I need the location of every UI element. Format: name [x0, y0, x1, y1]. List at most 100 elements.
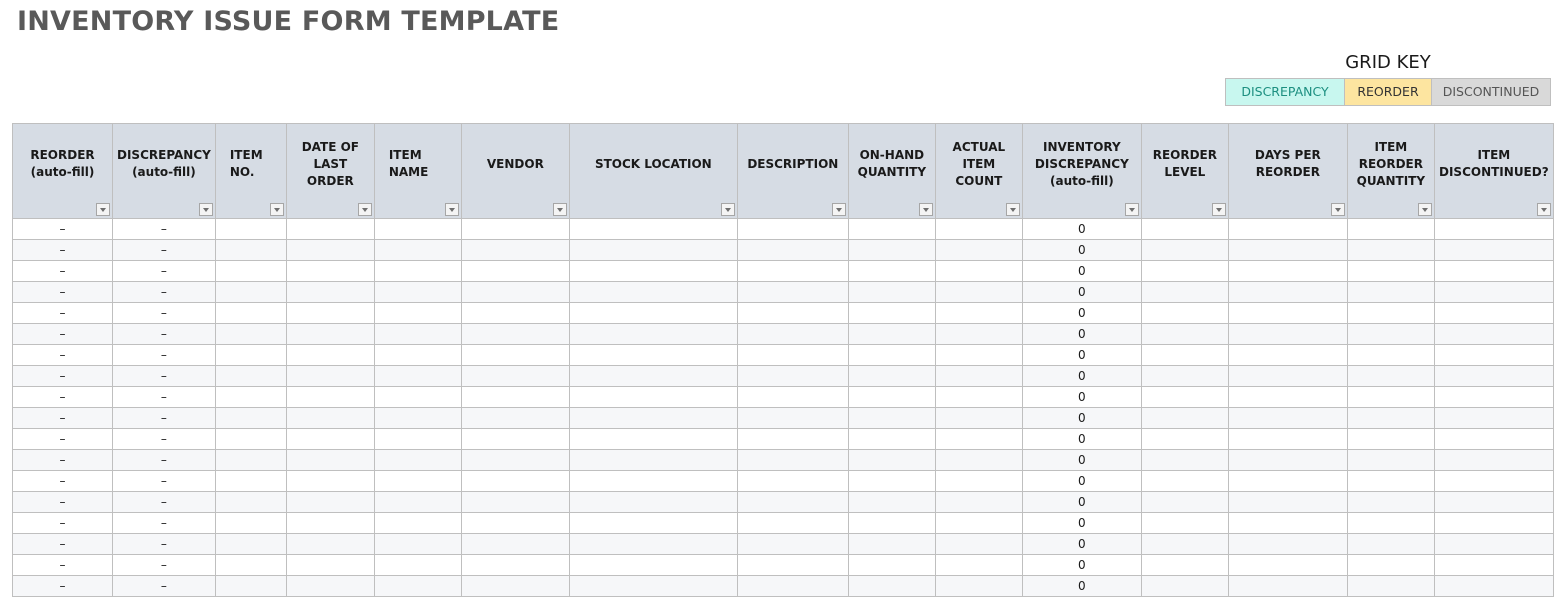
cell-date-last-order[interactable] — [285, 533, 375, 555]
cell-discrepancy[interactable]: – — [112, 428, 216, 450]
cell-inventory-discrepancy[interactable]: 0 — [1021, 218, 1142, 240]
cell-description[interactable] — [736, 239, 849, 261]
cell-vendor[interactable] — [460, 428, 570, 450]
cell-days-per-reorder[interactable] — [1227, 575, 1348, 597]
cell-on-hand-quantity[interactable] — [847, 407, 936, 429]
cell-actual-item-count[interactable] — [934, 407, 1023, 429]
cell-description[interactable] — [736, 491, 849, 513]
cell-item-no[interactable] — [214, 449, 287, 471]
cell-vendor[interactable] — [460, 344, 570, 366]
cell-item-name[interactable] — [373, 533, 462, 555]
cell-actual-item-count[interactable] — [934, 386, 1023, 408]
cell-reorder[interactable]: – — [12, 281, 113, 303]
cell-description[interactable] — [736, 449, 849, 471]
cell-discrepancy[interactable]: – — [112, 470, 216, 492]
cell-vendor[interactable] — [460, 554, 570, 576]
cell-description[interactable] — [736, 386, 849, 408]
cell-description[interactable] — [736, 323, 849, 345]
cell-on-hand-quantity[interactable] — [847, 491, 936, 513]
cell-item-reorder-quantity[interactable] — [1346, 386, 1435, 408]
cell-actual-item-count[interactable] — [934, 554, 1023, 576]
cell-stock-location[interactable] — [568, 533, 738, 555]
cell-reorder[interactable]: – — [12, 491, 113, 513]
filter-dropdown-button[interactable] — [1536, 203, 1551, 216]
cell-on-hand-quantity[interactable] — [847, 449, 936, 471]
cell-item-reorder-quantity[interactable] — [1346, 344, 1435, 366]
cell-reorder-level[interactable] — [1140, 470, 1229, 492]
cell-item-name[interactable] — [373, 302, 462, 324]
cell-actual-item-count[interactable] — [934, 365, 1023, 387]
cell-inventory-discrepancy[interactable]: 0 — [1021, 281, 1142, 303]
cell-days-per-reorder[interactable] — [1227, 365, 1348, 387]
cell-item-no[interactable] — [214, 386, 287, 408]
cell-days-per-reorder[interactable] — [1227, 554, 1348, 576]
cell-item-discontinued[interactable] — [1433, 260, 1554, 282]
cell-vendor[interactable] — [460, 302, 570, 324]
cell-reorder[interactable]: – — [12, 302, 113, 324]
cell-item-no[interactable] — [214, 281, 287, 303]
cell-inventory-discrepancy[interactable]: 0 — [1021, 554, 1142, 576]
filter-dropdown-button[interactable] — [357, 203, 372, 216]
cell-on-hand-quantity[interactable] — [847, 470, 936, 492]
cell-discrepancy[interactable]: – — [112, 491, 216, 513]
cell-item-discontinued[interactable] — [1433, 365, 1554, 387]
cell-discrepancy[interactable]: – — [112, 323, 216, 345]
cell-reorder[interactable]: – — [12, 386, 113, 408]
cell-inventory-discrepancy[interactable]: 0 — [1021, 407, 1142, 429]
filter-dropdown-button[interactable] — [831, 203, 846, 216]
cell-item-name[interactable] — [373, 218, 462, 240]
cell-on-hand-quantity[interactable] — [847, 365, 936, 387]
cell-days-per-reorder[interactable] — [1227, 533, 1348, 555]
filter-dropdown-button[interactable] — [918, 203, 933, 216]
cell-actual-item-count[interactable] — [934, 218, 1023, 240]
cell-reorder[interactable]: – — [12, 260, 113, 282]
cell-description[interactable] — [736, 533, 849, 555]
cell-stock-location[interactable] — [568, 302, 738, 324]
cell-vendor[interactable] — [460, 239, 570, 261]
cell-reorder[interactable]: – — [12, 365, 113, 387]
cell-item-no[interactable] — [214, 323, 287, 345]
cell-reorder[interactable]: – — [12, 449, 113, 471]
cell-date-last-order[interactable] — [285, 407, 375, 429]
cell-item-reorder-quantity[interactable] — [1346, 365, 1435, 387]
cell-on-hand-quantity[interactable] — [847, 239, 936, 261]
cell-stock-location[interactable] — [568, 281, 738, 303]
cell-item-reorder-quantity[interactable] — [1346, 407, 1435, 429]
cell-on-hand-quantity[interactable] — [847, 554, 936, 576]
cell-inventory-discrepancy[interactable]: 0 — [1021, 428, 1142, 450]
cell-item-name[interactable] — [373, 260, 462, 282]
cell-item-reorder-quantity[interactable] — [1346, 575, 1435, 597]
cell-reorder[interactable]: – — [12, 323, 113, 345]
cell-date-last-order[interactable] — [285, 449, 375, 471]
cell-discrepancy[interactable]: – — [112, 302, 216, 324]
cell-reorder-level[interactable] — [1140, 260, 1229, 282]
cell-date-last-order[interactable] — [285, 344, 375, 366]
cell-inventory-discrepancy[interactable]: 0 — [1021, 575, 1142, 597]
cell-item-reorder-quantity[interactable] — [1346, 323, 1435, 345]
cell-on-hand-quantity[interactable] — [847, 281, 936, 303]
cell-days-per-reorder[interactable] — [1227, 239, 1348, 261]
cell-reorder-level[interactable] — [1140, 554, 1229, 576]
cell-on-hand-quantity[interactable] — [847, 344, 936, 366]
filter-dropdown-button[interactable] — [1211, 203, 1226, 216]
cell-reorder[interactable]: – — [12, 533, 113, 555]
cell-item-reorder-quantity[interactable] — [1346, 554, 1435, 576]
cell-item-discontinued[interactable] — [1433, 554, 1554, 576]
cell-days-per-reorder[interactable] — [1227, 491, 1348, 513]
cell-date-last-order[interactable] — [285, 239, 375, 261]
cell-reorder-level[interactable] — [1140, 386, 1229, 408]
cell-description[interactable] — [736, 512, 849, 534]
cell-description[interactable] — [736, 470, 849, 492]
cell-date-last-order[interactable] — [285, 302, 375, 324]
filter-dropdown-button[interactable] — [1124, 203, 1139, 216]
cell-reorder-level[interactable] — [1140, 239, 1229, 261]
cell-actual-item-count[interactable] — [934, 449, 1023, 471]
cell-days-per-reorder[interactable] — [1227, 260, 1348, 282]
cell-item-name[interactable] — [373, 344, 462, 366]
cell-days-per-reorder[interactable] — [1227, 218, 1348, 240]
cell-days-per-reorder[interactable] — [1227, 449, 1348, 471]
cell-date-last-order[interactable] — [285, 260, 375, 282]
cell-reorder-level[interactable] — [1140, 281, 1229, 303]
filter-dropdown-button[interactable] — [198, 203, 213, 216]
cell-stock-location[interactable] — [568, 344, 738, 366]
